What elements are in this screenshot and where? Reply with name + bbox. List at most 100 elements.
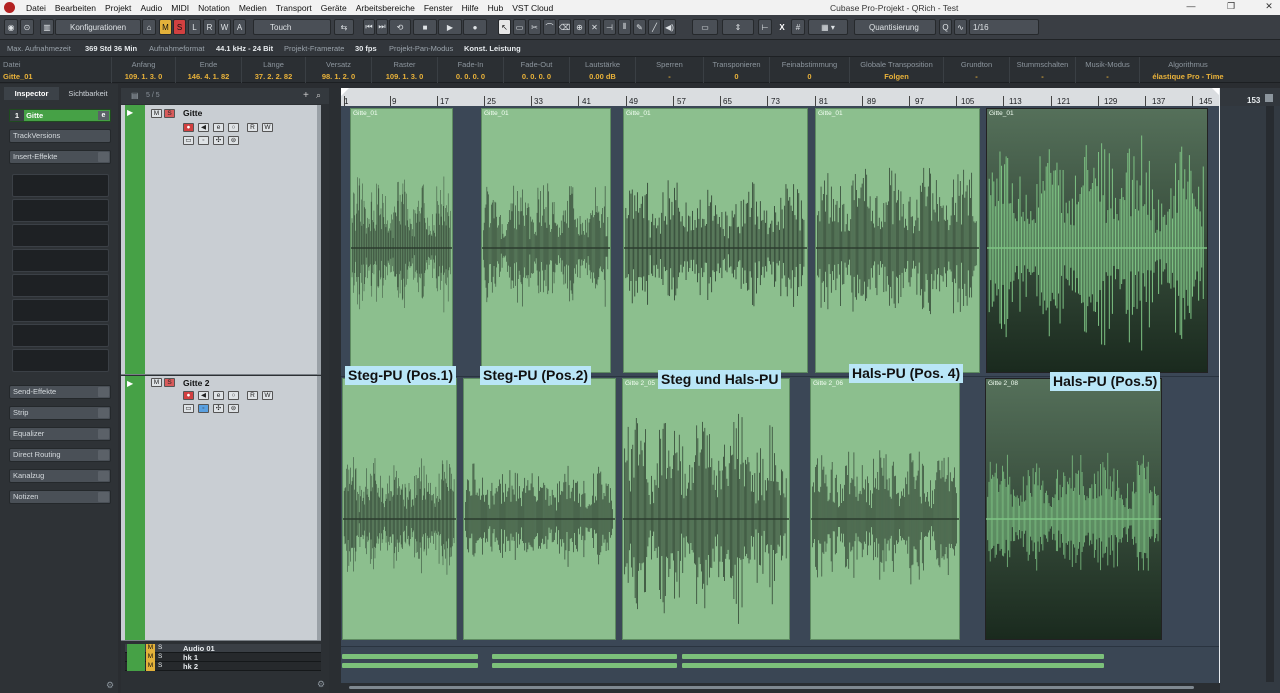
info-cell-mute[interactable]: Stummschalten - <box>1010 57 1076 83</box>
info-cell-global-transpose[interactable]: Globale Transposition Folgen <box>850 57 944 83</box>
menu-item-arbeitsbereiche[interactable]: Arbeitsbereiche <box>356 3 415 13</box>
audio-event[interactable]: Gitte 2_05 <box>622 378 790 640</box>
info-cell-fadeout[interactable]: Fade-Out 0. 0. 0. 0 <box>504 57 570 83</box>
line-tool-icon[interactable]: ╱ <box>648 19 661 35</box>
record-enable-icon[interactable]: ● <box>183 123 194 132</box>
edit-icon[interactable]: ▭ <box>183 404 194 413</box>
insert-slot[interactable] <box>12 274 109 297</box>
section-equalizer[interactable]: Equalizer <box>9 427 111 441</box>
record-icon[interactable]: ● <box>463 19 487 35</box>
compare-icon[interactable]: ⊚ <box>228 404 239 413</box>
mute-button[interactable]: M <box>151 109 162 118</box>
audio-event[interactable]: Gitte_01 <box>815 108 980 373</box>
info-cell-length[interactable]: Länge 37. 2. 2. 82 <box>242 57 306 83</box>
audio-event[interactable]: Gitte 2_06 <box>810 378 960 640</box>
menu-item-medien[interactable]: Medien <box>239 3 267 13</box>
menu-item-geraete[interactable]: Geräte <box>321 3 347 13</box>
timebase-icon[interactable]: e <box>213 391 224 400</box>
snap-zero-crossing-icon[interactable]: X <box>776 19 788 35</box>
insert-slot[interactable] <box>12 249 109 272</box>
grid-icon[interactable]: # <box>791 19 805 35</box>
mode-button-r[interactable]: R <box>203 19 216 35</box>
info-cell-offset[interactable]: Versatz 98. 1. 2. 0 <box>306 57 372 83</box>
mute-button[interactable]: M <box>146 644 155 653</box>
menu-item-hub[interactable]: Hub <box>488 3 504 13</box>
go-to-end-icon[interactable]: ⏭ <box>376 19 388 35</box>
menu-item-datei[interactable]: Datei <box>26 3 46 13</box>
section-strip[interactable]: Strip <box>9 406 111 420</box>
lane-icon[interactable]: ◦ <box>198 404 209 413</box>
info-cell-fadein[interactable]: Fade-In 0. 0. 0. 0 <box>438 57 504 83</box>
track-hk1[interactable]: M S hk 1 <box>125 653 321 662</box>
glue-tool-icon[interactable]: ⌒ <box>543 19 556 35</box>
vertical-scrollbar[interactable] <box>1266 106 1274 682</box>
info-cell-snap[interactable]: Raster 109. 1. 3. 0 <box>372 57 438 83</box>
freeze-icon[interactable]: ✣ <box>213 404 224 413</box>
audio-event[interactable]: Gitte_01 <box>350 108 453 373</box>
track-name[interactable]: hk 1 <box>183 653 198 662</box>
insert-slot[interactable] <box>12 299 109 322</box>
record-enable-icon[interactable]: ● <box>183 391 194 400</box>
solo-button[interactable]: S <box>164 378 175 387</box>
minimize-icon[interactable]: — <box>1184 1 1198 14</box>
read-button[interactable]: R <box>247 123 258 132</box>
timewarp-tool-icon[interactable]: ⫴ <box>618 19 631 35</box>
write-button[interactable]: W <box>262 123 273 132</box>
mute-button[interactable]: M <box>146 662 155 671</box>
track-name[interactable]: Audio 01 <box>183 644 215 653</box>
folder-event[interactable] <box>492 663 677 668</box>
color-picker-icon[interactable]: ▭ <box>692 19 718 35</box>
edit-icon[interactable]: ▭ <box>183 136 194 145</box>
track-name[interactable]: hk 2 <box>183 662 198 671</box>
menu-item-transport[interactable]: Transport <box>276 3 312 13</box>
solo-button[interactable]: S <box>158 644 162 651</box>
menu-item-midi[interactable]: MIDI <box>171 3 189 13</box>
gear-icon[interactable]: ⚙ <box>106 680 114 691</box>
folder-event[interactable] <box>342 654 478 659</box>
auto-scroll-icon[interactable]: ⇆ <box>334 19 354 35</box>
monitor-icon[interactable]: ◀ <box>198 391 209 400</box>
notes-icon[interactable] <box>98 492 109 502</box>
timeline-ruler[interactable]: 1 9 17 25 33 41 49 57 65 73 81 89 97 105… <box>341 88 1220 106</box>
inspector-track-name[interactable]: 1 Gitte e <box>9 109 111 122</box>
menu-item-fenster[interactable]: Fenster <box>424 3 453 13</box>
tracklist-scrollbar[interactable] <box>329 88 341 693</box>
solo-button[interactable]: S <box>164 109 175 118</box>
mode-button-s[interactable]: S <box>173 19 186 35</box>
solo-button[interactable]: S <box>158 653 162 660</box>
track-color-strip[interactable] <box>125 105 145 374</box>
section-send-effekte[interactable]: Send-Effekte <box>9 385 111 399</box>
quantize-value-dropdown[interactable]: 1/16 <box>969 19 1039 35</box>
mode-button-w[interactable]: W <box>218 19 231 35</box>
configurations-dropdown[interactable]: Konfigurationen <box>55 19 141 35</box>
eq-icon[interactable] <box>98 429 109 439</box>
track-hk2[interactable]: M S hk 2 <box>125 662 321 671</box>
object-selection-tool-icon[interactable]: ↖ <box>498 19 511 35</box>
send-icon[interactable] <box>98 387 109 397</box>
track-header-gitte-2[interactable]: ▶ M S Gitte 2 ● ◀ e ○ R W ▭ ◦ ✣ ⊚ <box>121 376 321 641</box>
expand-icon[interactable]: ▶ <box>127 379 133 388</box>
section-kanalzug[interactable]: Kanalzug <box>9 469 111 483</box>
strip-icon[interactable] <box>98 408 109 418</box>
audio-event[interactable]: Gitte 2_08 <box>985 378 1162 640</box>
section-trackversions[interactable]: TrackVersions <box>9 129 111 143</box>
play-icon[interactable]: ▶ <box>438 19 462 35</box>
mute-tool-icon[interactable]: ✕ <box>588 19 601 35</box>
info-cell-algorithm[interactable]: Algorithmus élastique Pro - Time <box>1140 57 1236 83</box>
menu-item-hilfe[interactable]: Hilfe <box>462 3 479 13</box>
activate-project-icon[interactable]: ◉ <box>4 19 18 35</box>
panmode-value[interactable]: Konst. Leistung <box>464 44 521 53</box>
info-cell-lock[interactable]: Sperren - <box>636 57 704 83</box>
search-icon[interactable]: ⌕ <box>316 90 321 101</box>
write-button[interactable]: W <box>262 391 273 400</box>
track-color-strip[interactable] <box>125 376 145 640</box>
framerate-value[interactable]: 30 fps <box>355 44 377 53</box>
lock-icon[interactable]: ⌂ <box>142 19 156 35</box>
mode-button-a[interactable]: A <box>233 19 246 35</box>
quantize-icon[interactable]: Q <box>939 19 952 35</box>
info-cell-start[interactable]: Anfang 109. 1. 3. 0 <box>112 57 176 83</box>
freeze-icon[interactable]: ✣ <box>213 136 224 145</box>
menu-item-bearbeiten[interactable]: Bearbeiten <box>55 3 96 13</box>
project-window[interactable]: Gitte_01 Gitte_01 Gitte_01 Gitte_01 Gitt… <box>341 88 1220 683</box>
lanes-icon[interactable]: ○ <box>228 391 239 400</box>
